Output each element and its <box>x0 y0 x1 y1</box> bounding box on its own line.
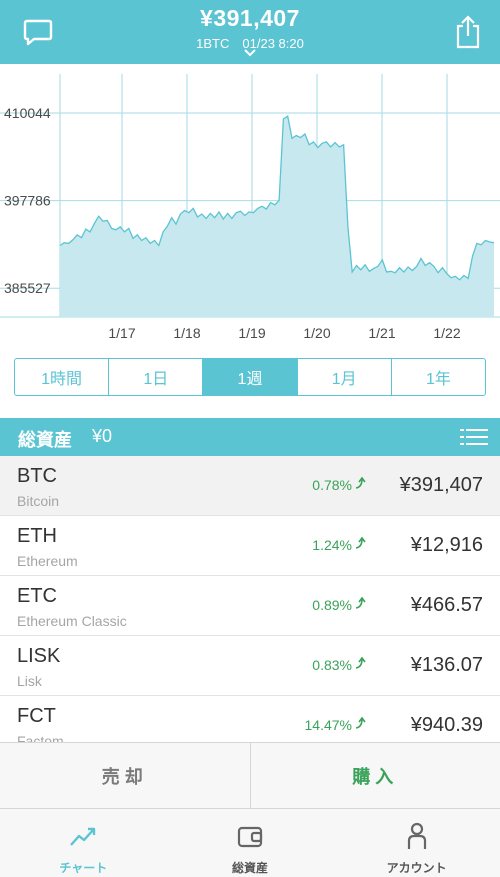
coin-symbol: ETH <box>17 525 57 548</box>
y-tick-label: 397786 <box>4 193 51 209</box>
coin-price: ¥12,916 <box>411 534 483 557</box>
price-chart[interactable]: 410044 397786 385527 1/17 1/18 1/19 1/20 1/21 1… <box>0 64 500 350</box>
trend-up-icon <box>354 536 366 550</box>
trend-up-icon <box>354 656 366 670</box>
coin-name: Factom <box>17 733 64 742</box>
coin-list: BTC Bitcoin 0.78% ¥391,407 ETH Ethereum … <box>0 456 500 742</box>
trade-actions: 売却 購入 <box>0 742 500 809</box>
coin-change: 14.47% <box>305 717 352 733</box>
coin-price: ¥940.39 <box>411 714 483 737</box>
tab-1-year[interactable]: 1年 <box>392 359 485 395</box>
x-tick-label: 1/20 <box>303 325 330 341</box>
nav-account[interactable]: アカウント <box>333 809 500 877</box>
trend-up-icon <box>354 476 366 490</box>
coin-symbol: FCT <box>17 705 56 728</box>
total-assets-bar: 総資産 ¥0 <box>0 418 500 456</box>
x-tick-label: 1/22 <box>433 325 460 341</box>
coin-name: Bitcoin <box>17 493 59 509</box>
coin-price: ¥391,407 <box>400 474 483 497</box>
coin-change: 0.83% <box>312 657 352 673</box>
x-tick-label: 1/18 <box>173 325 200 341</box>
coin-price: ¥136.07 <box>411 654 483 677</box>
nav-chart[interactable]: チャート <box>0 809 167 877</box>
sell-button[interactable]: 売却 <box>0 743 251 809</box>
total-assets-amount: ¥0 <box>92 426 112 447</box>
nav-assets-label: 総資産 <box>167 859 334 876</box>
coin-row-eth[interactable]: ETH Ethereum 1.24% ¥12,916 <box>0 516 500 576</box>
share-icon[interactable] <box>450 14 486 50</box>
trend-up-icon <box>354 596 366 610</box>
timeframe-tabs: 1時間 1日 1週 1月 1年 <box>14 358 486 396</box>
wallet-icon <box>235 821 265 851</box>
coin-name: Ethereum Classic <box>17 613 127 629</box>
x-tick-label: 1/17 <box>108 325 135 341</box>
current-price: ¥391,407 <box>0 5 500 32</box>
tab-1-hour[interactable]: 1時間 <box>15 359 109 395</box>
chart-area <box>60 116 494 317</box>
nav-account-label: アカウント <box>333 859 500 876</box>
y-tick-label: 410044 <box>4 105 51 121</box>
tab-1-day[interactable]: 1日 <box>109 359 203 395</box>
tab-1-month[interactable]: 1月 <box>298 359 392 395</box>
coin-row-btc[interactable]: BTC Bitcoin 0.78% ¥391,407 <box>0 456 500 516</box>
tab-1-week[interactable]: 1週 <box>203 359 297 395</box>
coin-row-etc[interactable]: ETC Ethereum Classic 0.89% ¥466.57 <box>0 576 500 636</box>
list-menu-icon[interactable] <box>460 428 488 446</box>
coin-name: Lisk <box>17 673 42 689</box>
coin-symbol: BTC <box>17 465 57 488</box>
coin-price: ¥466.57 <box>411 594 483 617</box>
person-icon <box>402 821 432 851</box>
coin-change: 1.24% <box>312 537 352 553</box>
nav-chart-label: チャート <box>0 859 167 876</box>
coin-row-lisk[interactable]: LISK Lisk 0.83% ¥136.07 <box>0 636 500 696</box>
coin-symbol: ETC <box>17 585 57 608</box>
coin-change: 0.89% <box>312 597 352 613</box>
trend-up-icon <box>354 716 366 730</box>
nav-assets[interactable]: 総資産 <box>167 809 334 877</box>
buy-button[interactable]: 購入 <box>251 743 500 809</box>
total-assets-title: 総資産 <box>18 426 72 452</box>
coin-row-fct[interactable]: FCT Factom 14.47% ¥940.39 <box>0 696 500 742</box>
trend-chart-icon <box>68 821 98 851</box>
coin-name: Ethereum <box>17 553 78 569</box>
top-header: ¥391,407 1BTC 01/23 8:20 <box>0 0 500 64</box>
x-tick-label: 1/19 <box>238 325 265 341</box>
price-chart-svg: 410044 397786 385527 1/17 1/18 1/19 1/20 1/21 1… <box>0 64 500 350</box>
coin-symbol: LISK <box>17 645 60 668</box>
x-tick-label: 1/21 <box>368 325 395 341</box>
y-tick-label: 385527 <box>4 280 51 296</box>
coin-change: 0.78% <box>312 477 352 493</box>
bottom-nav: チャート 総資産 アカウント <box>0 808 500 877</box>
chevron-down-icon[interactable] <box>242 48 258 58</box>
